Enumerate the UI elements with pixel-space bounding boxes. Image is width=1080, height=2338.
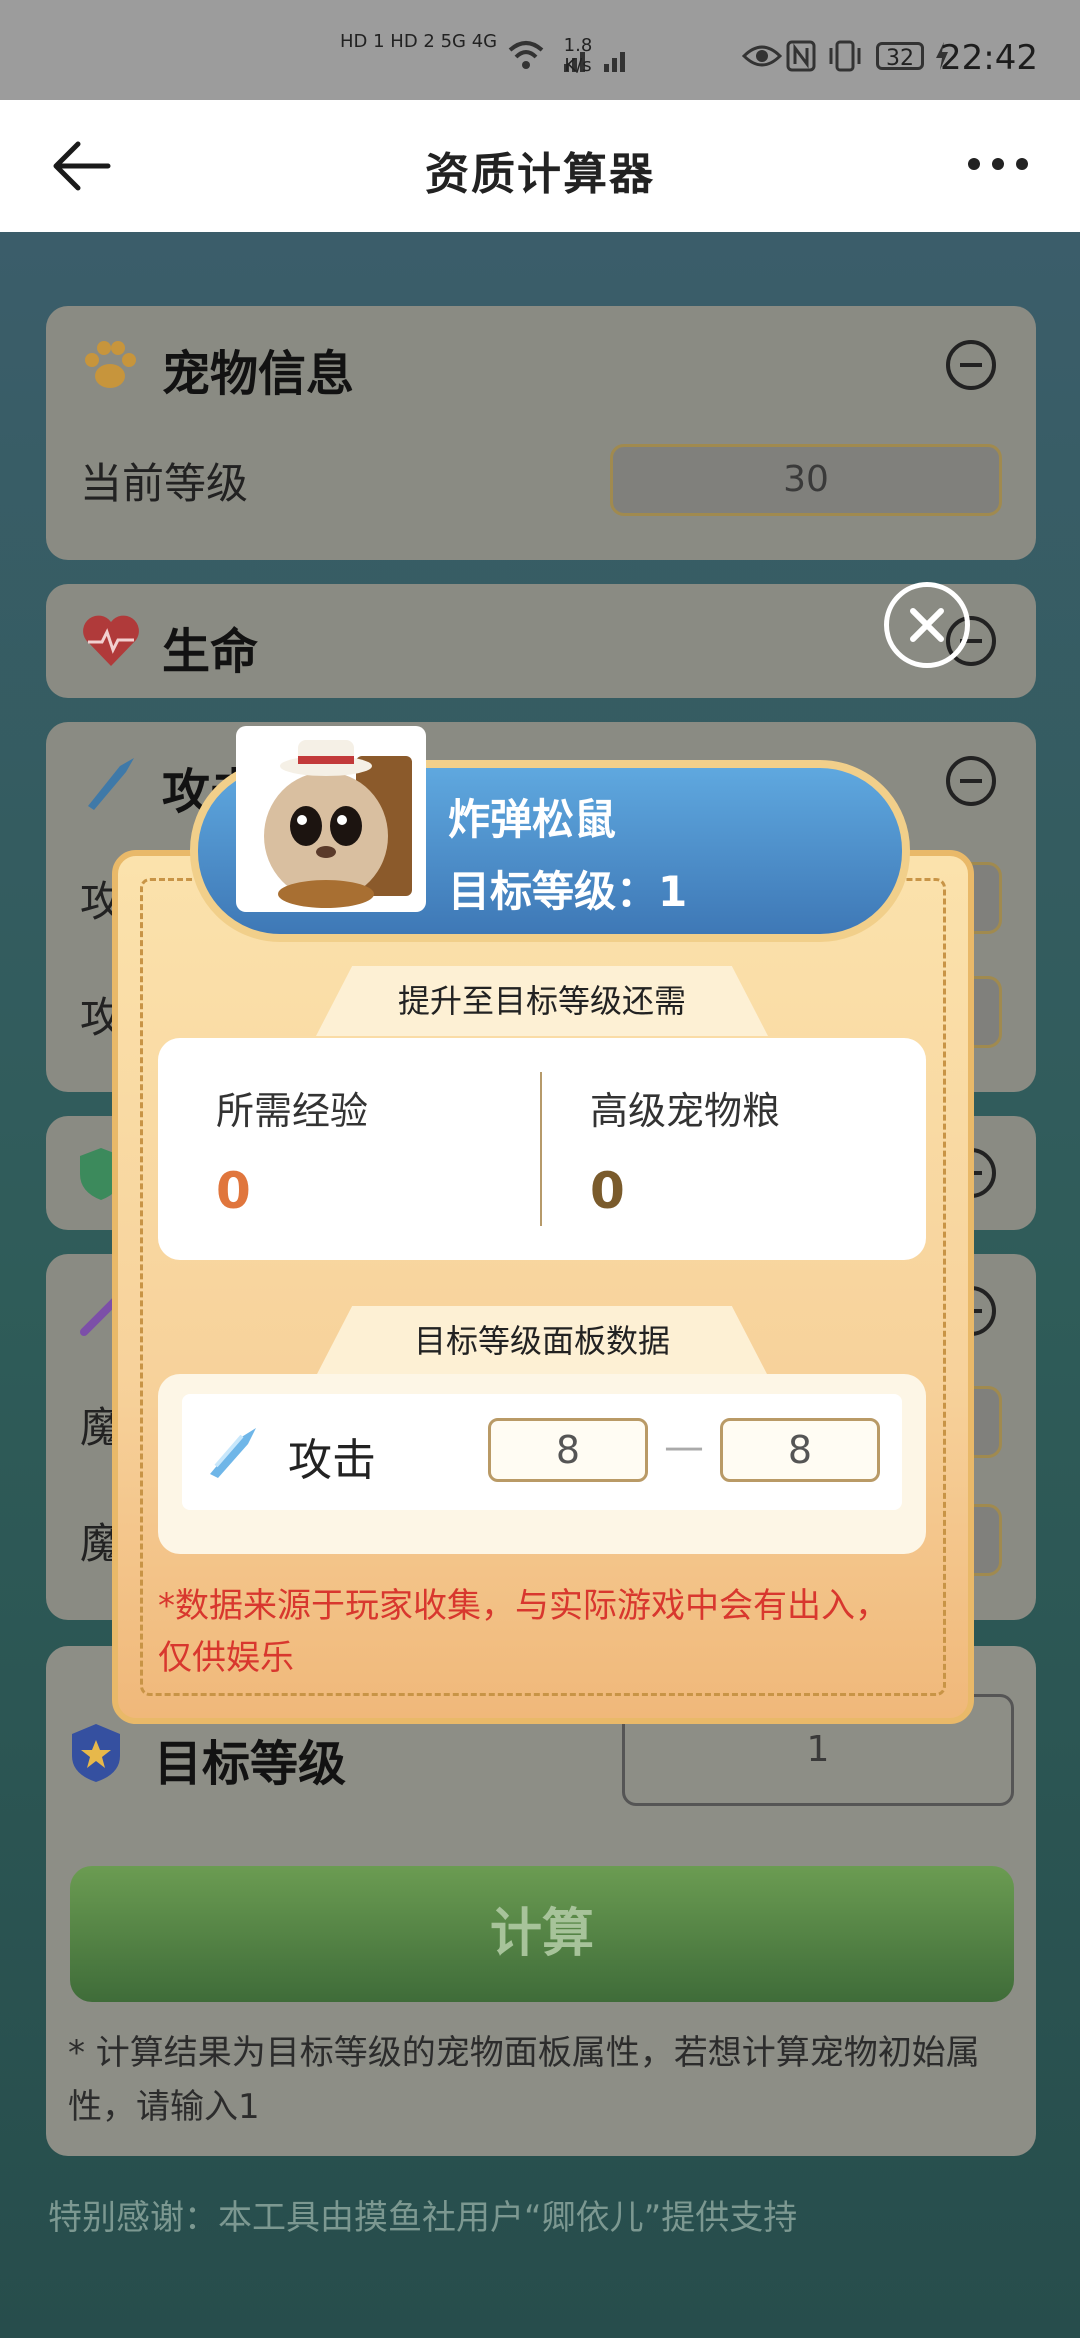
vibrate-icon bbox=[826, 40, 864, 79]
needed-box: 所需经验 0 高级宠物粮 0 bbox=[158, 1038, 926, 1260]
current-level-input[interactable]: 30 bbox=[610, 444, 1002, 516]
heart-icon bbox=[83, 615, 139, 666]
collapse-icon[interactable] bbox=[946, 340, 996, 390]
more-dots-icon bbox=[968, 158, 1028, 170]
network-speed: 1.8 bbox=[563, 35, 593, 56]
stat-label: 攻击 bbox=[288, 1435, 376, 1486]
food-label: 高级宠物粮 bbox=[590, 1089, 781, 1133]
pet-avatar bbox=[236, 726, 426, 912]
needed-section-title: 提升至目标等级还需 bbox=[316, 966, 768, 1036]
collapse-icon[interactable] bbox=[946, 756, 996, 806]
stat-min-value: 8 bbox=[488, 1418, 648, 1482]
modal-target-level-label: 目标等级： bbox=[448, 867, 659, 916]
level-badge-icon bbox=[72, 1724, 120, 1782]
nfc-icon bbox=[786, 40, 816, 79]
page-title: 资质计算器 bbox=[425, 149, 655, 200]
panel-box: 攻击 8 — 8 bbox=[158, 1374, 926, 1554]
current-level-label: 当前等级 bbox=[80, 459, 249, 508]
panel-section-title: 目标等级面板数据 bbox=[316, 1306, 768, 1376]
app-header: 资质计算器 bbox=[0, 100, 1080, 232]
squirrel-avatar-image bbox=[264, 740, 412, 908]
network-speed-unit: K/s bbox=[564, 55, 592, 76]
sword-icon bbox=[88, 758, 134, 810]
network-indicators: HD 1 HD 2 5G 4G bbox=[340, 31, 498, 52]
food-value: 0 bbox=[590, 1162, 625, 1220]
battery-indicator: 32 bbox=[876, 42, 924, 71]
modal-target-level-value: 1 bbox=[658, 867, 688, 916]
life-title: 生命 bbox=[162, 624, 259, 680]
modal-target-level: 目标等级：1 bbox=[448, 858, 687, 919]
sword-icon bbox=[210, 1428, 256, 1478]
target-title: 目标等级 bbox=[154, 1736, 347, 1792]
stat-max-value: 8 bbox=[720, 1418, 880, 1482]
status-bar: HD 1 HD 2 5G 4G 1.8 K/s 32 22:42 bbox=[0, 0, 1080, 100]
divider bbox=[540, 1072, 542, 1226]
calculation-note: * 计算结果为目标等级的宠物面板属性，若想计算宠物初始属性，请输入1 bbox=[68, 2033, 980, 2127]
more-button[interactable] bbox=[966, 152, 1030, 176]
calculate-button[interactable]: 计算 bbox=[70, 1866, 1014, 2002]
pet-info-card: 宠物信息 当前等级 30 bbox=[46, 306, 1036, 560]
eye-icon bbox=[741, 42, 783, 77]
close-button[interactable] bbox=[884, 582, 970, 668]
disclaimer-text: *数据来源于玩家收集，与实际游戏中会有出入，仅供娱乐 bbox=[158, 1586, 889, 1678]
thanks-text: 特别感谢：本工具由摸鱼社用户“卿依儿”提供支持 bbox=[48, 2198, 798, 2238]
close-icon bbox=[910, 608, 944, 642]
exp-label: 所需经验 bbox=[216, 1089, 369, 1133]
wifi-icon bbox=[506, 38, 546, 79]
paw-icon bbox=[85, 341, 136, 388]
clock: 22:42 bbox=[940, 38, 1038, 78]
pet-info-title: 宠物信息 bbox=[162, 346, 355, 402]
exp-value: 0 bbox=[216, 1162, 251, 1220]
stat-range-separator: — bbox=[664, 1424, 704, 1470]
pet-name: 炸弹松鼠 bbox=[448, 795, 617, 844]
panel-row: 攻击 8 — 8 bbox=[182, 1394, 902, 1510]
